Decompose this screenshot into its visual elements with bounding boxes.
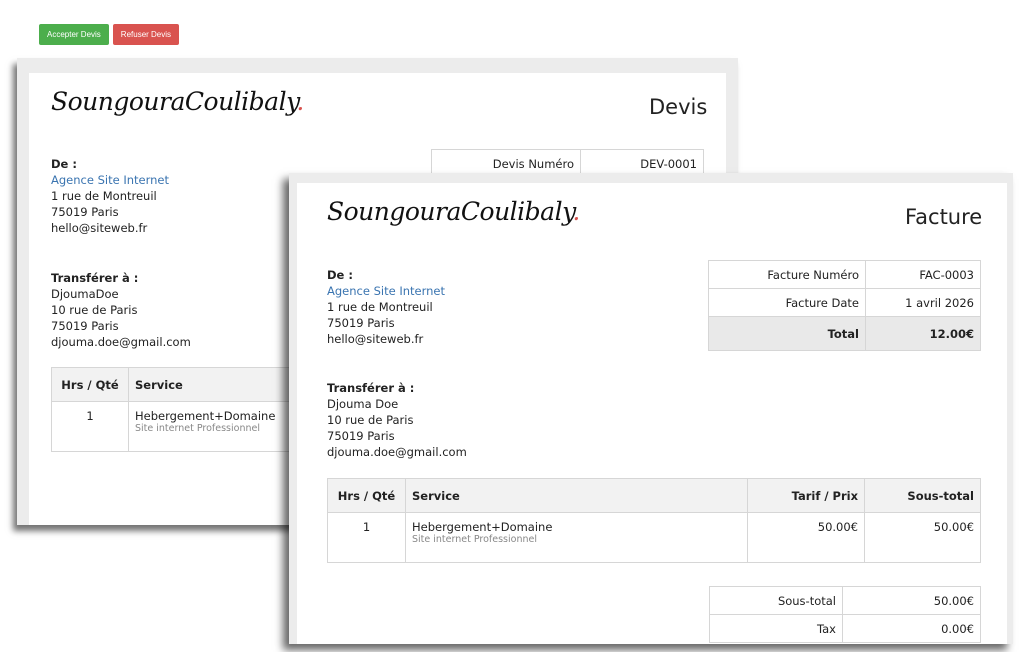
quote-logo: SoungouraCoulibaly.: [51, 87, 304, 116]
quote-actions: Accepter Devis Refuser Devis: [39, 24, 180, 45]
quote-to-block: Transférer à : DjoumaDoe 10 rue de Paris…: [51, 270, 191, 350]
invoice-total-value: 12.00€: [865, 316, 981, 351]
from-company-link[interactable]: Agence Site Internet: [327, 283, 445, 299]
subtotal-label: Sous-total: [709, 586, 843, 615]
to-city: 75019 Paris: [327, 429, 395, 443]
item-qty: 1: [51, 401, 129, 452]
to-email: djouma.doe@gmail.com: [51, 335, 191, 349]
from-street: 1 rue de Montreuil: [327, 300, 433, 314]
table-row: 1 Hebergement+Domaine Site internet Prof…: [327, 512, 981, 563]
to-email: djouma.doe@gmail.com: [327, 445, 467, 459]
invoice-number-value: FAC-0003: [865, 260, 981, 289]
to-street: 10 rue de Paris: [51, 303, 138, 317]
invoice-totals-table: Sous-total 50.00€ Tax 0.00€: [709, 586, 981, 643]
item-subtotal: 50.00€: [864, 512, 981, 563]
tax-row: Tax 0.00€: [709, 614, 981, 643]
invoice-logo: SoungouraCoulibaly.: [327, 197, 580, 226]
invoice-date-row: Facture Date 1 avril 2026: [708, 288, 981, 317]
refuse-quote-button[interactable]: Refuser Devis: [112, 24, 180, 45]
invoice-items-table: Hrs / Qté Service Tarif / Prix Sous-tota…: [327, 478, 981, 563]
from-street: 1 rue de Montreuil: [51, 189, 157, 203]
from-label: De :: [51, 157, 77, 171]
col-qty-header: Hrs / Qté: [51, 367, 129, 402]
invoice-window: SoungouraCoulibaly. Facture De : Agence …: [289, 173, 1013, 644]
item-service: Hebergement+Domaine Site internet Profes…: [405, 512, 748, 563]
col-subtotal-header: Sous-total: [864, 478, 981, 513]
from-label: De :: [327, 268, 353, 282]
invoice-total-label: Total: [708, 316, 866, 351]
item-price: 50.00€: [747, 512, 865, 563]
subtotal-row: Sous-total 50.00€: [709, 586, 981, 615]
invoice-number-label: Facture Numéro: [708, 260, 866, 289]
to-street: 10 rue de Paris: [327, 413, 414, 427]
from-email: hello@siteweb.fr: [51, 221, 148, 235]
to-city: 75019 Paris: [51, 319, 119, 333]
invoice-to-block: Transférer à : Djouma Doe 10 rue de Pari…: [327, 380, 467, 460]
col-qty-header: Hrs / Qté: [327, 478, 406, 513]
from-company-link[interactable]: Agence Site Internet: [51, 172, 169, 188]
to-label: Transférer à :: [51, 271, 139, 285]
subtotal-value: 50.00€: [842, 586, 981, 615]
tax-label: Tax: [709, 614, 843, 643]
quote-title: Devis: [649, 95, 708, 119]
invoice-date-label: Facture Date: [708, 288, 866, 317]
to-label: Transférer à :: [327, 381, 415, 395]
tax-value: 0.00€: [842, 614, 981, 643]
invoice-meta-table: Facture Numéro FAC-0003 Facture Date 1 a…: [708, 260, 981, 351]
from-city: 75019 Paris: [327, 316, 395, 330]
col-price-header: Tarif / Prix: [747, 478, 865, 513]
col-service-header: Service: [405, 478, 748, 513]
invoice-document: SoungouraCoulibaly. Facture De : Agence …: [297, 183, 1007, 644]
to-name: Djouma Doe: [327, 397, 399, 411]
invoice-date-value: 1 avril 2026: [865, 288, 981, 317]
invoice-items-header: Hrs / Qté Service Tarif / Prix Sous-tota…: [327, 478, 981, 513]
quote-from-block: De : Agence Site Internet 1 rue de Montr…: [51, 156, 169, 236]
from-city: 75019 Paris: [51, 205, 119, 219]
accept-quote-button[interactable]: Accepter Devis: [39, 24, 109, 45]
from-email: hello@siteweb.fr: [327, 332, 424, 346]
item-description: Site internet Professionnel: [412, 534, 537, 545]
invoice-from-block: De : Agence Site Internet 1 rue de Montr…: [327, 267, 445, 347]
item-qty: 1: [327, 512, 406, 563]
invoice-title: Facture: [905, 205, 983, 229]
invoice-total-row: Total 12.00€: [708, 316, 981, 351]
to-name: DjoumaDoe: [51, 287, 119, 301]
item-name: Hebergement+Domaine: [412, 520, 553, 534]
invoice-number-row: Facture Numéro FAC-0003: [708, 260, 981, 289]
